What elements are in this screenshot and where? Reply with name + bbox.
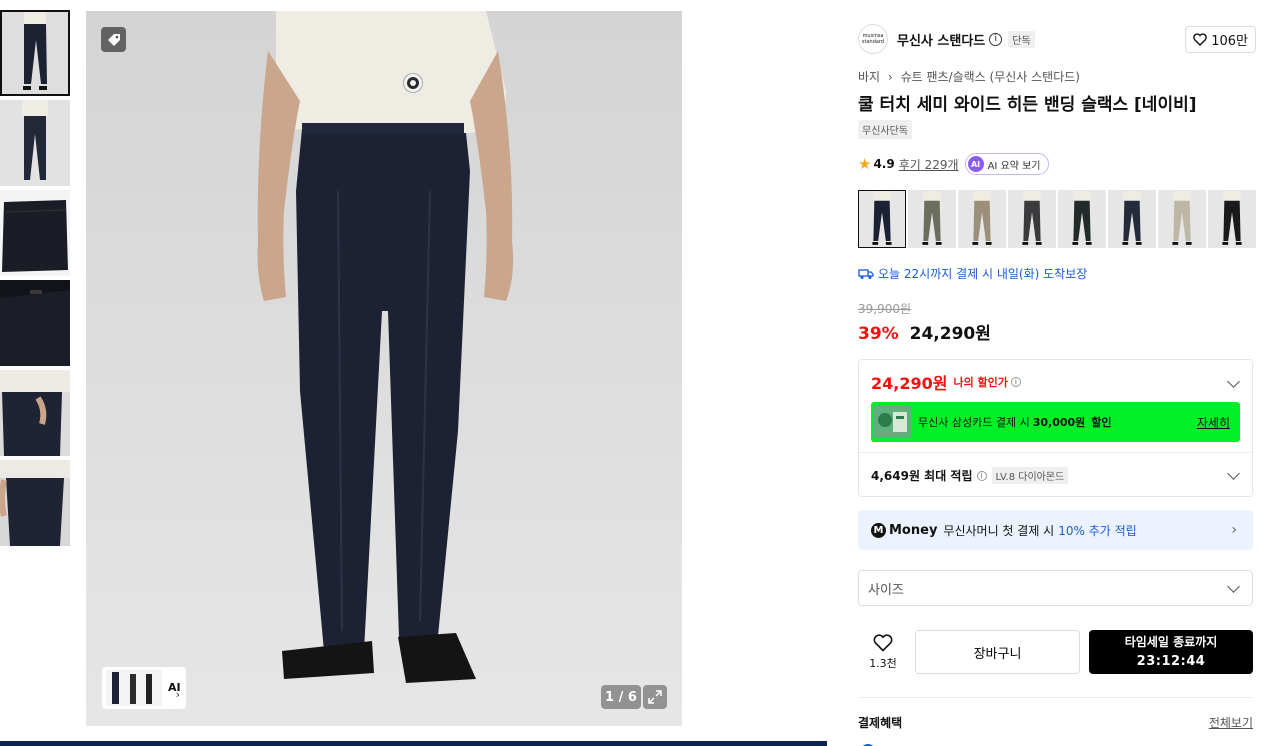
star-icon: ★ [858,155,872,173]
color-swatch-light-beige[interactable] [1158,190,1206,248]
reviews-link[interactable]: 후기 229개 [899,156,959,173]
ai-icon: AI [967,156,984,172]
ai-preview-image [106,670,162,706]
color-swatch-beige[interactable] [958,190,1006,248]
info-icon[interactable]: i [1010,377,1021,387]
info-icon[interactable]: i [976,470,987,481]
thumbnail-6[interactable] [0,460,70,546]
payment-benefits-title: 결제혜택 [858,716,903,730]
size-select[interactable]: 사이즈 [858,570,1253,606]
points-text: 4,649원 최대 적립 [871,469,973,483]
thumbnail-4[interactable] [0,280,70,366]
points-row[interactable]: 4,649원 최대 적립 i LV.8 다이아몬드 [871,467,1069,484]
brand-logo[interactable]: musinsa standard [858,24,888,54]
thumbnail-2[interactable] [0,100,70,186]
brand-logo-text: musinsa standard [861,33,885,45]
image-counter: 1 / 6 [601,685,641,709]
breadcrumb-item-category[interactable]: 바지 [858,70,880,84]
exclusive-tag: 무신사단독 [858,120,912,139]
money-brand: Money [889,522,938,538]
info-icon[interactable]: i [989,32,1003,46]
sale-price-row: 39% 24,290원 [858,319,991,344]
chevron-right-icon: › [1231,522,1237,538]
sale-price: 24,290원 [909,324,991,344]
thumbnail-3[interactable] [0,190,70,276]
product-photo [86,11,682,726]
tag-icon[interactable] [101,27,126,52]
color-swatch-dark-navy[interactable] [1108,190,1156,248]
my-price-label: 나의 할인가 [953,376,1008,389]
divider [858,697,1253,698]
time-sale-countdown: 23:12:44 [1136,654,1206,669]
view-all-link[interactable]: 전체보기 [1209,714,1253,731]
color-options [858,190,1258,248]
add-to-cart-button[interactable]: 장바구니 [915,630,1080,674]
exclusive-badge: 단독 [1008,30,1035,48]
breadcrumb-item-subcategory[interactable]: 슈트 팬츠/슬랙스 (무신사 스탠다드) [901,70,1080,84]
breadcrumb-separator-icon: › [887,70,893,84]
color-swatch-charcoal[interactable] [1008,190,1056,248]
my-price-row[interactable]: 24,290원 나의 할인가 i [871,370,1021,394]
chevron-right-icon: › [175,688,180,701]
time-sale-buy-button[interactable]: 타임세일 종료까지 23:12:44 [1089,630,1253,674]
card-discount-banner[interactable]: 무신사 삼성카드 결제 시 30,000원 할인 자세히 [871,402,1240,442]
wishlist-count: 1.3천 [869,656,897,670]
truck-icon [858,268,874,279]
product-hotspot-marker[interactable] [404,74,422,92]
level-badge: LV.8 다이아몬드 [991,467,1069,484]
discount-rate: 39% [858,324,899,344]
product-title: 쿨 터치 세미 와이드 히든 밴딩 슬랙스 [네이비] [858,95,1197,115]
brand-like-button[interactable]: 106만 [1185,26,1256,53]
benefit-box: 24,290원 나의 할인가 i 무신사 삼성카드 결제 시 30,000원 할… [858,359,1253,497]
brand-name[interactable]: 무신사 스탠다드 [897,30,985,49]
card-banner-amount: 30,000원 [1032,416,1086,429]
size-placeholder: 사이즈 [868,582,904,598]
original-price: 39,900원 [858,302,912,316]
thumbnail-1[interactable] [0,10,70,96]
color-swatch-navy[interactable] [858,190,906,248]
breadcrumb: 바지 › 슈트 팬츠/슬랙스 (무신사 스탠다드) [858,68,1080,85]
bottom-banner-strip [0,741,827,746]
money-highlight: 10% 추가 적립 [1058,523,1137,538]
chevron-down-icon[interactable] [1227,467,1240,480]
heart-icon [873,633,893,652]
money-text: 무신사머니 첫 결제 시 [943,523,1055,538]
ai-similar-items-button[interactable]: AI › [102,667,186,709]
ai-summary-label: AI 요약 보기 [987,160,1041,172]
expand-icon[interactable] [643,685,667,709]
brand-like-count: 106만 [1211,34,1248,49]
color-swatch-olive[interactable] [908,190,956,248]
divider [859,452,1252,453]
my-price-value: 24,290원 [871,374,948,393]
card-image [873,406,911,438]
color-swatch-black[interactable] [1208,190,1256,248]
money-logo-icon: M [871,522,886,538]
color-swatch-black-green[interactable] [1058,190,1106,248]
product-info-panel: musinsa standard 무신사 스탠다드 i 단독 106만 바지 ›… [845,11,1272,746]
card-banner-suffix: 할인 [1091,416,1112,429]
delivery-guarantee[interactable]: 오늘 22시까지 결제 시 내일(화) 도착보장 [858,265,1087,282]
musinsa-money-banner[interactable]: M Money 무신사머니 첫 결제 시 10% 추가 적립 › [858,510,1253,550]
brand-row: musinsa standard 무신사 스탠다드 i 단독 106만 [858,24,1256,54]
purchase-actions: 1.3천 장바구니 타임세일 종료까지 23:12:44 [858,630,1253,674]
ai-summary-button[interactable]: AI AI 요약 보기 [964,153,1049,175]
main-product-image[interactable]: AI › 1 / 6 [86,11,682,726]
wishlist-button[interactable]: 1.3천 [858,630,908,674]
rating-value: 4.9 [873,157,895,171]
card-banner-text: 무신사 삼성카드 결제 시 [918,416,1030,429]
heart-icon [1193,33,1208,46]
thumbnail-5[interactable] [0,370,70,456]
delivery-text: 오늘 22시까지 결제 시 내일(화) 도착보장 [878,267,1088,281]
card-detail-link[interactable]: 자세히 [1197,414,1230,431]
chevron-down-icon [1227,580,1240,593]
rating-row: ★ 4.9 후기 229개 AI AI 요약 보기 [858,153,1049,175]
thumbnail-list [0,10,71,550]
chevron-down-icon[interactable] [1227,375,1240,388]
time-sale-label: 타임세일 종료까지 [1124,635,1218,649]
